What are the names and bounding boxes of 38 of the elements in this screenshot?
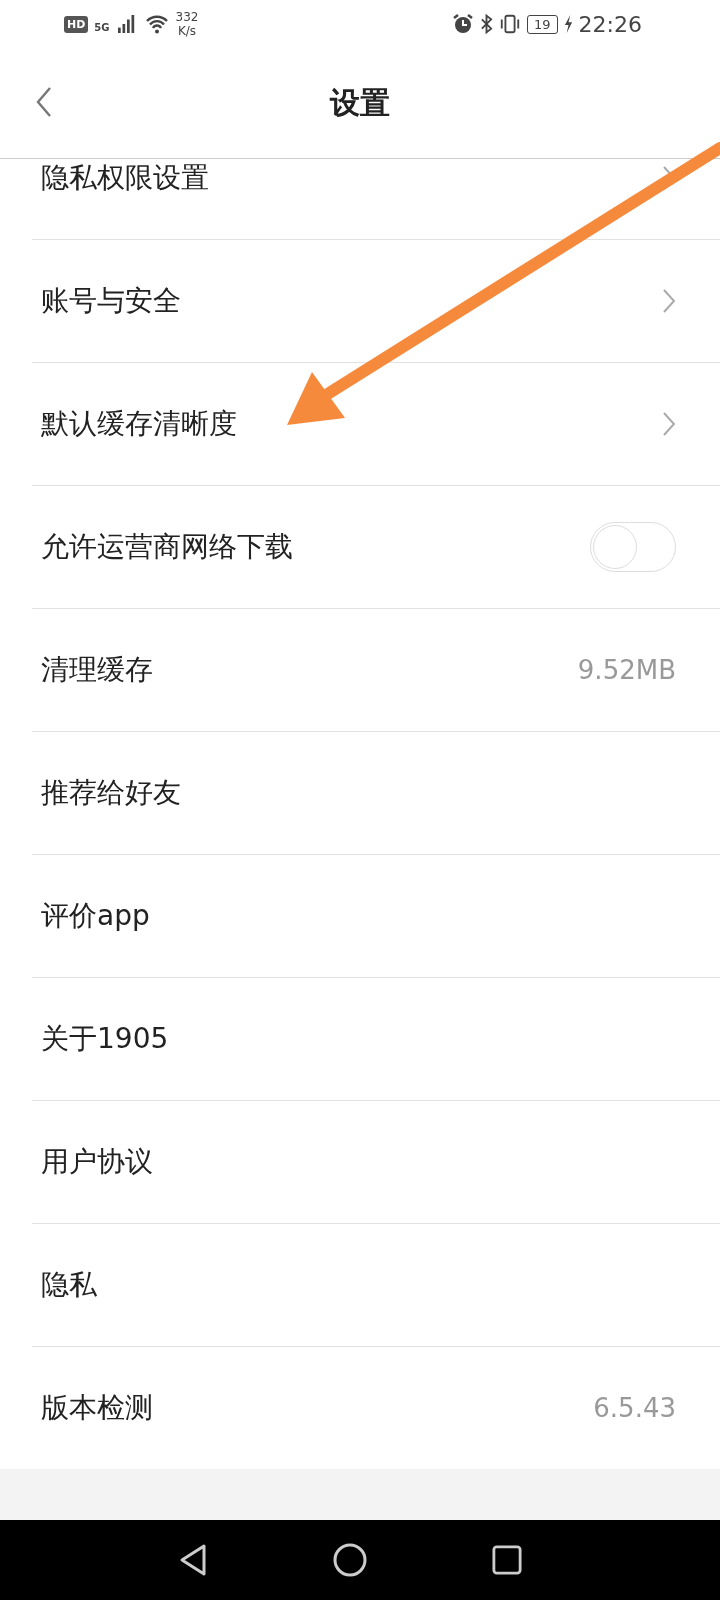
speed-unit: K/s — [177, 24, 197, 38]
row-label: 版本检测 — [41, 1390, 153, 1426]
back-icon[interactable] — [36, 86, 52, 118]
row-label: 账号与安全 — [41, 283, 181, 319]
row-label: 关于1905 — [41, 1021, 169, 1057]
bluetooth-icon — [480, 13, 494, 35]
page-title: 设置 — [330, 83, 390, 122]
row-label: 隐私 — [41, 1267, 97, 1303]
vibrate-icon — [499, 13, 522, 35]
settings-row[interactable]: 隐私 — [32, 1224, 720, 1347]
charging-icon — [563, 14, 573, 34]
speed-value: 332 — [175, 10, 199, 24]
row-label: 评价app — [41, 898, 150, 934]
row-label: 允许运营商网络下载 — [41, 529, 293, 565]
settings-row[interactable]: 推荐给好友 — [32, 732, 720, 855]
settings-row[interactable]: 清理缓存 9.52MB — [32, 609, 720, 732]
row-label: 清理缓存 — [41, 652, 153, 688]
back-nav-icon[interactable] — [178, 1543, 208, 1577]
clock-time: 22:26 — [578, 11, 642, 37]
row-label: 隐私权限设置 — [41, 160, 209, 196]
row-label: 用户协议 — [41, 1144, 153, 1180]
row-value: 9.52MB — [577, 655, 676, 685]
row-label: 默认缓存清晰度 — [41, 406, 237, 442]
row-value: 6.5.43 — [593, 1393, 676, 1423]
hd-badge: HD — [64, 15, 89, 33]
recents-icon[interactable] — [492, 1545, 522, 1575]
toggle-switch[interactable] — [590, 522, 676, 572]
row-label: 推荐给好友 — [41, 775, 181, 811]
battery-icon: 19 — [527, 14, 558, 34]
settings-row[interactable]: 关于1905 — [32, 978, 720, 1101]
wifi-icon — [143, 14, 170, 34]
settings-row[interactable]: 评价app — [32, 855, 720, 978]
home-icon[interactable] — [333, 1543, 367, 1577]
settings-row[interactable]: 账号与安全 — [32, 240, 720, 363]
alarm-icon — [452, 13, 475, 35]
network-label: 5G — [94, 22, 110, 33]
settings-row[interactable]: 用户协议 — [32, 1101, 720, 1224]
settings-row[interactable]: 允许运营商网络下载 — [32, 486, 720, 609]
